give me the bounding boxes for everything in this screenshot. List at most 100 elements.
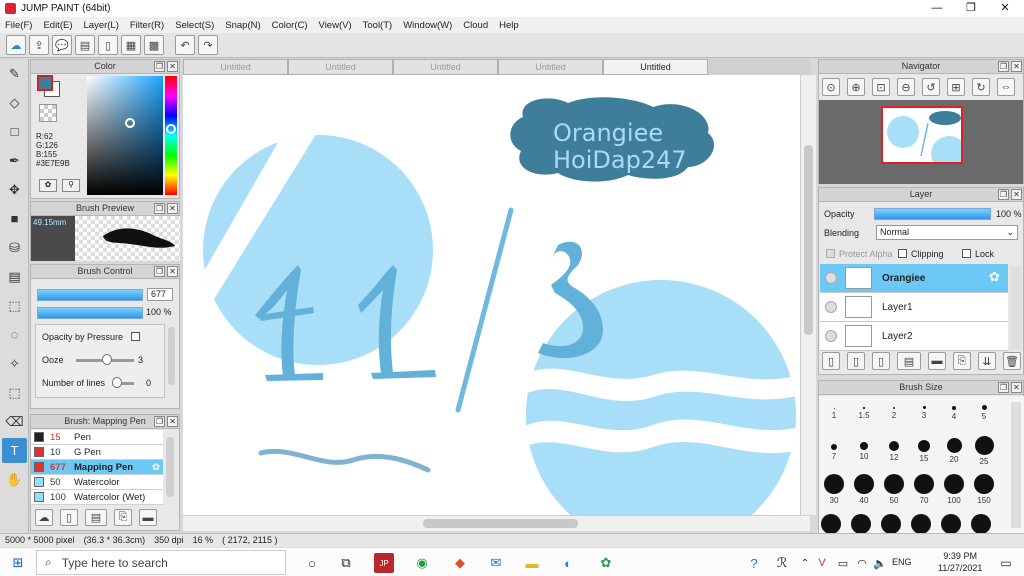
zoom-fit-icon[interactable]: ⊙ bbox=[822, 78, 840, 96]
new-brush-icon[interactable]: ▯ bbox=[60, 509, 78, 526]
panel-close-icon[interactable]: ✕ bbox=[1011, 382, 1022, 393]
brush-size-40[interactable]: 40 bbox=[849, 474, 879, 505]
main-color-swatch[interactable] bbox=[37, 75, 53, 91]
minimize-button[interactable]: — bbox=[920, 0, 954, 17]
panel-close-icon[interactable]: ✕ bbox=[167, 266, 178, 277]
page-icon[interactable]: ▯ bbox=[98, 35, 118, 55]
layer-opacity-bar[interactable] bbox=[874, 208, 991, 220]
eraser-tool-icon[interactable]: ◇ bbox=[2, 90, 27, 115]
undo-icon[interactable]: ↶ bbox=[175, 35, 195, 55]
brush-size-4[interactable]: 4 bbox=[939, 406, 969, 421]
brush-item-pen[interactable]: 15 Pen bbox=[31, 430, 163, 445]
brush-item-g-pen[interactable]: 10 G Pen bbox=[31, 445, 163, 460]
menu-help[interactable]: Help bbox=[499, 20, 519, 31]
merge-layer-icon[interactable]: ⇊ bbox=[978, 352, 996, 370]
navigator-viewport[interactable] bbox=[881, 106, 963, 164]
brush-size-30[interactable]: 30 bbox=[819, 474, 849, 505]
protect-alpha-checkbox[interactable] bbox=[826, 249, 835, 258]
brush-size-100[interactable]: 100 bbox=[939, 474, 969, 505]
tab-untitled-2[interactable]: Untitled bbox=[288, 59, 393, 75]
fill-rect-tool-icon[interactable]: ■ bbox=[2, 206, 27, 231]
menu-view[interactable]: View(V) bbox=[319, 20, 352, 31]
brush-size-5[interactable]: 5 bbox=[969, 405, 999, 421]
redo-icon[interactable]: ↷ bbox=[198, 35, 218, 55]
brush-size-3[interactable]: 3 bbox=[909, 406, 939, 420]
panel-float-icon[interactable]: ❐ bbox=[998, 61, 1009, 72]
zoom-in-icon[interactable]: ⊕ bbox=[847, 78, 865, 96]
app-icon-green[interactable]: ✿ bbox=[596, 553, 616, 573]
panel-close-icon[interactable]: ✕ bbox=[167, 61, 178, 72]
brush-size-70[interactable]: 70 bbox=[909, 474, 939, 505]
brush-size-150[interactable]: 150 bbox=[969, 474, 999, 505]
cortana-icon[interactable]: ○ bbox=[302, 553, 322, 573]
layer-list-scrollbar[interactable] bbox=[1010, 266, 1022, 350]
brush-size-10[interactable]: 10 bbox=[849, 442, 879, 461]
panel-close-icon[interactable]: ✕ bbox=[167, 416, 178, 427]
menu-window[interactable]: Window(W) bbox=[403, 20, 452, 31]
menu-filter[interactable]: Filter(R) bbox=[130, 20, 164, 31]
blending-select[interactable]: Normal ⌄ bbox=[876, 225, 1018, 240]
edge-icon[interactable]: ◐ bbox=[558, 553, 578, 573]
brush-settings-icon[interactable]: ✿ bbox=[152, 462, 160, 473]
saturation-value-picker[interactable] bbox=[87, 76, 163, 195]
brush-size-bar[interactable] bbox=[37, 289, 143, 301]
brush-size-12[interactable]: 12 bbox=[879, 441, 909, 462]
layer-row-layer2[interactable]: Layer2 bbox=[820, 322, 1008, 351]
brush-cloud-icon[interactable]: ☁ bbox=[35, 509, 53, 526]
select-pen-tool-icon[interactable]: ⬚ bbox=[2, 380, 27, 405]
transparent-color-swatch[interactable] bbox=[39, 104, 57, 122]
brush-size-15[interactable]: 15 bbox=[909, 440, 939, 463]
lines-slider-handle[interactable] bbox=[112, 377, 122, 388]
picker-cursor[interactable] bbox=[125, 118, 135, 128]
rotate-right-icon[interactable]: ↻ bbox=[972, 78, 990, 96]
magic-wand-tool-icon[interactable]: ✧ bbox=[2, 351, 27, 376]
menu-select[interactable]: Select(S) bbox=[175, 20, 214, 31]
network-icon[interactable]: ▭ bbox=[833, 553, 853, 573]
mail-icon[interactable]: ✉ bbox=[486, 553, 506, 573]
export-icon[interactable]: ⇪ bbox=[29, 35, 49, 55]
brush-copy-icon[interactable]: ⎘ bbox=[114, 509, 132, 526]
text-tool-icon[interactable]: T bbox=[2, 438, 27, 463]
brush-size-25[interactable]: 25 bbox=[969, 436, 999, 466]
eye-icon[interactable] bbox=[825, 330, 837, 342]
taskbar-search-box[interactable]: ⌕ Type here to search bbox=[36, 550, 286, 575]
horizontal-scrollbar[interactable] bbox=[183, 515, 810, 531]
brush-folder-icon[interactable]: ▬ bbox=[139, 509, 157, 526]
eye-icon[interactable] bbox=[825, 272, 837, 284]
zoom-actual-icon[interactable]: ⊡ bbox=[872, 78, 890, 96]
menu-file[interactable]: File(F) bbox=[5, 20, 32, 31]
panel-close-icon[interactable]: ✕ bbox=[167, 203, 178, 214]
new-layer-icon[interactable]: ▯ bbox=[822, 352, 840, 370]
layer-row-orangiee[interactable]: Orangiee bbox=[820, 264, 1008, 293]
panel-float-icon[interactable]: ❐ bbox=[154, 266, 165, 277]
zoom-out-icon[interactable]: ⊖ bbox=[897, 78, 915, 96]
eyedropper-icon[interactable]: ⚲ bbox=[62, 179, 80, 192]
brush-list-scrollbar[interactable] bbox=[166, 437, 174, 497]
brush-item-watercolor[interactable]: 50 Watercolor bbox=[31, 475, 163, 490]
brush-size-1[interactable]: 1 bbox=[819, 408, 849, 420]
brush-size-20[interactable]: 20 bbox=[939, 438, 969, 464]
delete-layer-icon[interactable]: 🗑 bbox=[1003, 352, 1021, 370]
brush-size-scrollbar[interactable] bbox=[1011, 402, 1021, 528]
brush-opacity-bar[interactable] bbox=[37, 307, 143, 319]
comment-icon[interactable]: ▤ bbox=[75, 35, 95, 55]
eye-icon[interactable] bbox=[825, 301, 837, 313]
shape-tool-icon[interactable]: □ bbox=[2, 119, 27, 144]
app-icon-orange[interactable]: ◆ bbox=[450, 553, 470, 573]
opacity-by-pressure-checkbox[interactable] bbox=[131, 332, 140, 341]
menu-snap[interactable]: Snap(N) bbox=[225, 20, 260, 31]
navigator-preview[interactable] bbox=[819, 100, 1023, 184]
panel-float-icon[interactable]: ❐ bbox=[154, 416, 165, 427]
volume-icon[interactable]: 🔈 bbox=[870, 553, 890, 573]
file-explorer-icon[interactable]: ▬ bbox=[522, 553, 542, 573]
restore-button[interactable]: ❐ bbox=[954, 0, 988, 17]
pages-icon[interactable]: ▦ bbox=[121, 35, 141, 55]
tab-untitled-5[interactable]: Untitled bbox=[603, 59, 708, 75]
reset-view-icon[interactable]: ⊞ bbox=[947, 78, 965, 96]
new-vector-layer-icon[interactable]: ▯ bbox=[872, 352, 890, 370]
wifi-icon[interactable]: ◠ bbox=[852, 553, 872, 573]
hand-tool-icon[interactable]: ✋ bbox=[2, 467, 27, 492]
panel-float-icon[interactable]: ❐ bbox=[154, 61, 165, 72]
windows-start-icon[interactable]: ⊞ bbox=[8, 553, 28, 573]
brush-item-watercolor-wet[interactable]: 100 Watercolor (Wet) bbox=[31, 490, 163, 505]
